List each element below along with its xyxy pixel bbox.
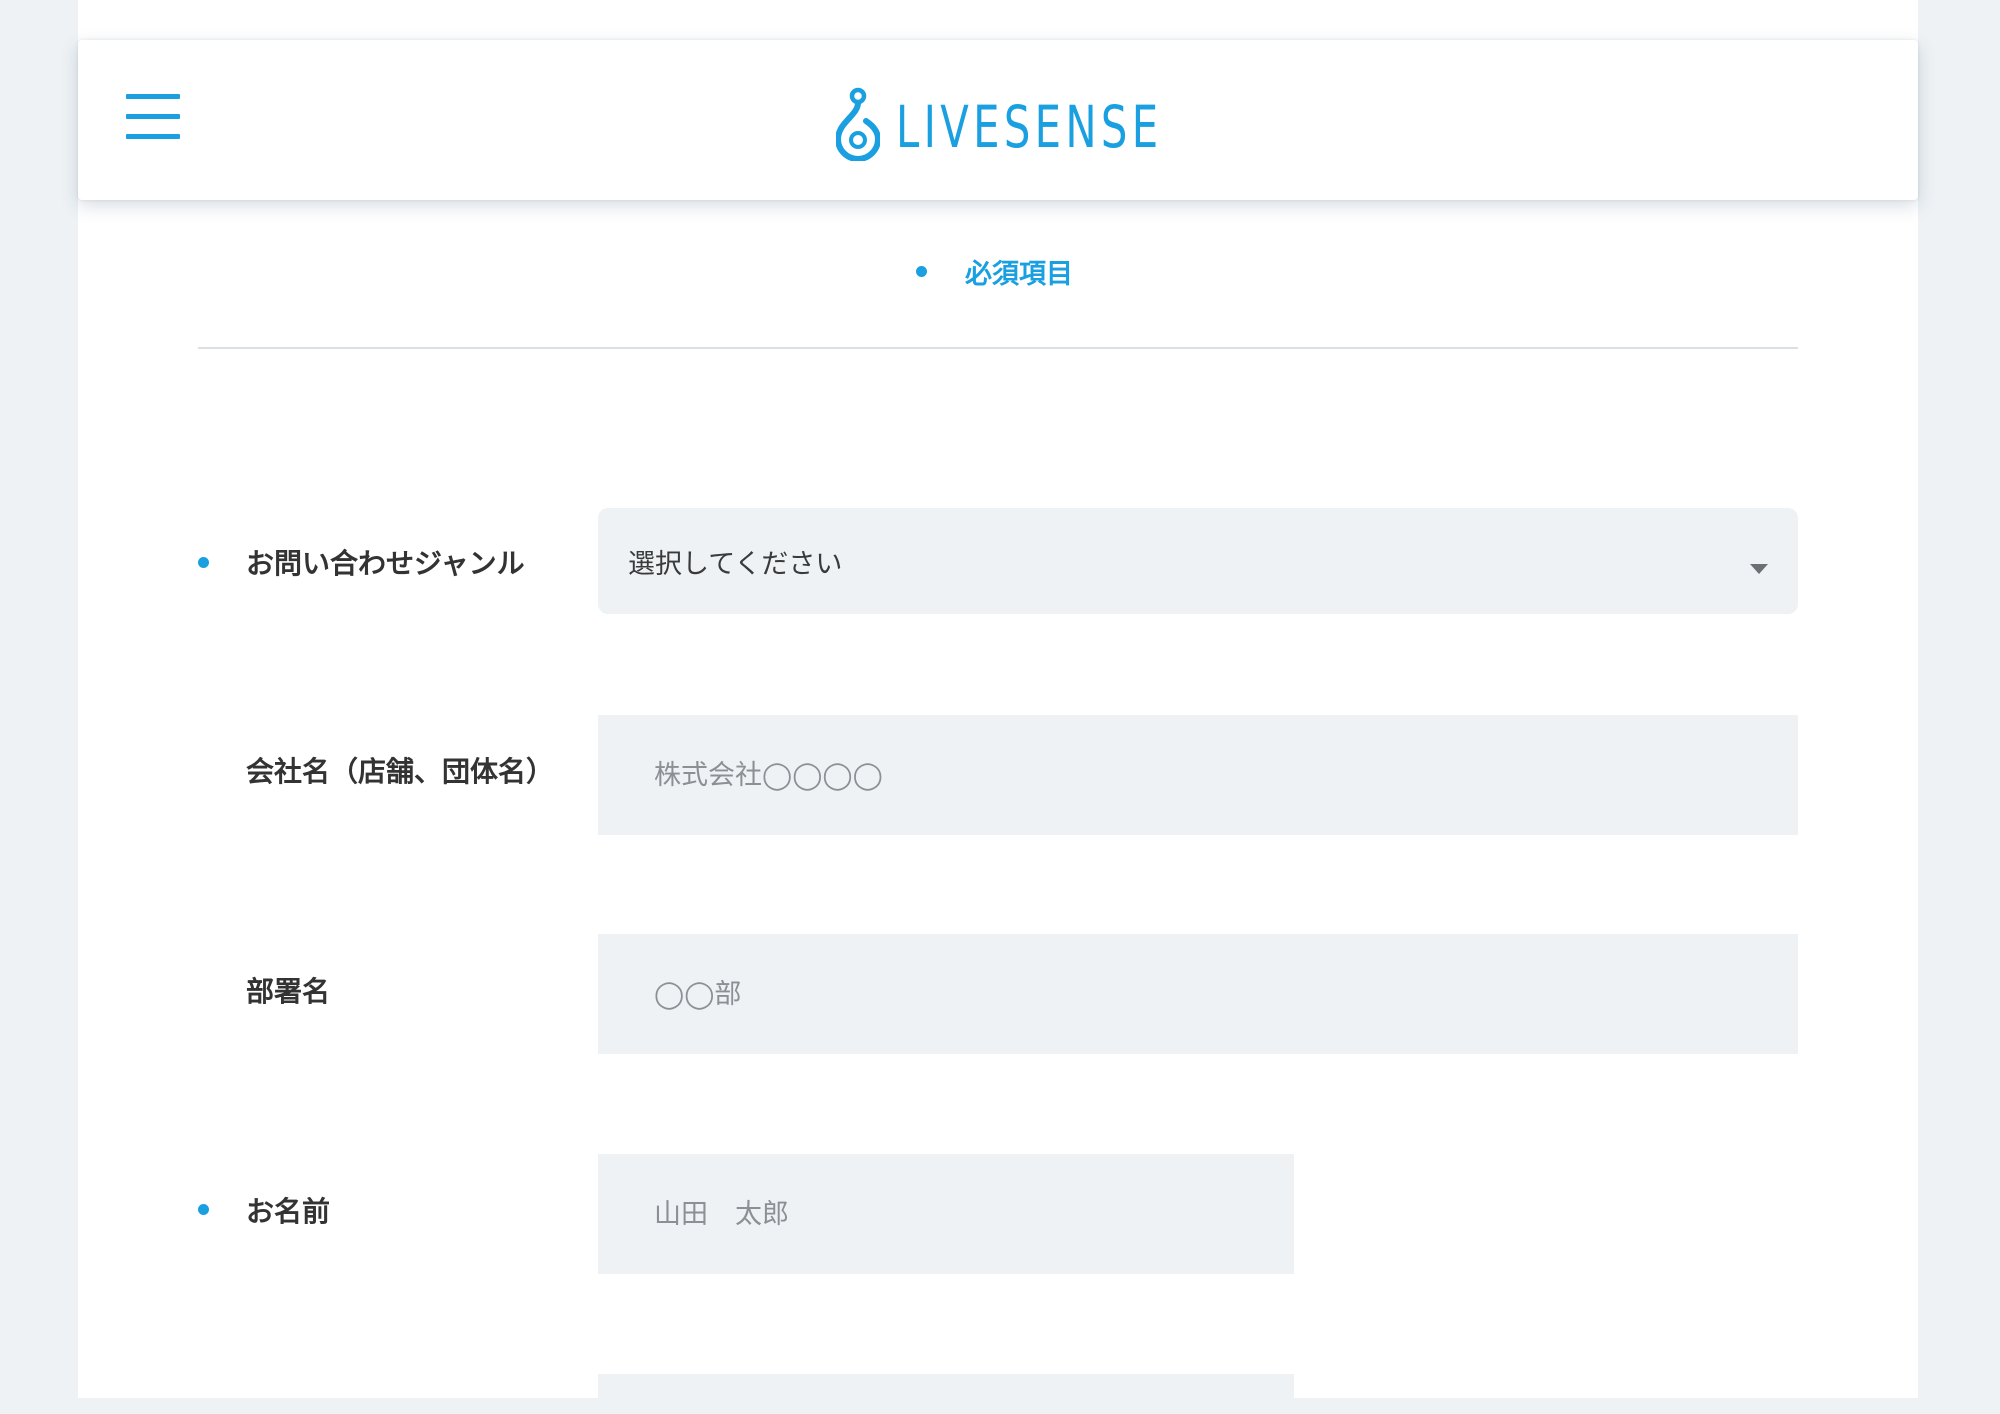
required-dot-icon bbox=[916, 266, 927, 277]
hamburger-bar bbox=[126, 114, 180, 119]
department-input[interactable] bbox=[598, 934, 1798, 1054]
livesense-logo[interactable]: LIVESENSE bbox=[836, 84, 1266, 164]
company-input[interactable] bbox=[598, 715, 1798, 835]
site-header: LIVESENSE bbox=[78, 40, 1918, 200]
logo-wordmark: LIVESENSE bbox=[896, 93, 1163, 161]
genre-label: お問い合わせジャンル bbox=[246, 547, 525, 580]
required-dot-icon bbox=[198, 557, 209, 568]
livesense-drop-icon bbox=[836, 87, 880, 161]
next-input[interactable] bbox=[598, 1374, 1294, 1414]
required-legend: 必須項目 bbox=[916, 252, 1073, 291]
department-label: 部署名 bbox=[246, 975, 331, 1008]
hamburger-bar bbox=[126, 94, 180, 99]
hamburger-bar bbox=[126, 134, 180, 139]
divider bbox=[198, 347, 1798, 349]
chevron-down-icon bbox=[1750, 564, 1768, 574]
company-label: 会社名（店舗、団体名） bbox=[246, 755, 555, 788]
name-label: お名前 bbox=[246, 1195, 331, 1228]
required-legend-label: 必須項目 bbox=[965, 259, 1073, 290]
genre-select[interactable]: 選択してください bbox=[598, 508, 1798, 614]
name-input[interactable] bbox=[598, 1154, 1294, 1274]
genre-select-value: 選択してください bbox=[628, 549, 843, 580]
required-dot-icon bbox=[198, 1204, 209, 1215]
hamburger-icon[interactable] bbox=[126, 92, 180, 142]
